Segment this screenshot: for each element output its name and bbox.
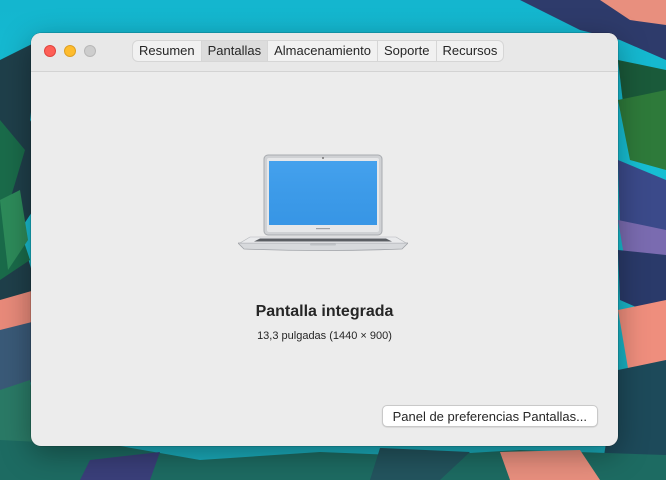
displays-preferences-button[interactable]: Panel de preferencias Pantallas... [381,405,598,427]
displays-pane: Pantalla integrada 13,3 pulgadas (1440 ×… [31,72,618,446]
tab-pantallas[interactable]: Pantallas [201,41,269,61]
zoom-window-button[interactable] [84,45,96,57]
window-titlebar[interactable]: Resumen Pantallas Almacenamiento Soporte… [31,33,618,72]
segmented-tab-control: Resumen Pantallas Almacenamiento Soporte… [132,40,505,62]
tab-almacenamiento[interactable]: Almacenamiento [268,41,378,61]
macbook-air-icon [238,154,408,251]
display-resolution: 13,3 pulgadas (1440 × 900) [257,330,392,342]
system-info-window: Resumen Pantallas Almacenamiento Soporte… [31,33,618,446]
display-name: Pantalla integrada [255,303,394,320]
tab-resumen[interactable]: Resumen [133,41,202,61]
minimize-window-button[interactable] [64,45,76,57]
tab-soporte[interactable]: Soporte [378,41,437,61]
close-window-button[interactable] [44,45,56,57]
tab-recursos[interactable]: Recursos [437,41,504,61]
